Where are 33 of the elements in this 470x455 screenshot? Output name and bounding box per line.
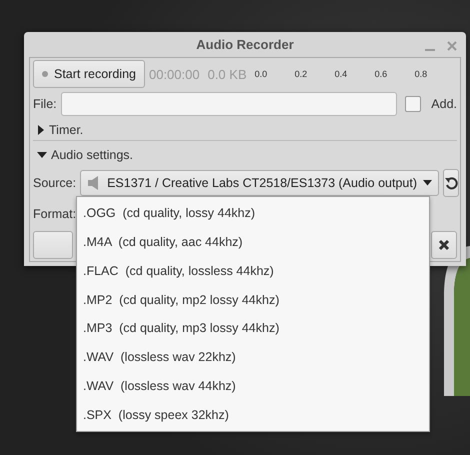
file-label: File: [33,97,57,111]
dialog-button[interactable] [33,231,73,259]
file-size: 0.0 KB [208,66,247,82]
format-option[interactable]: .MP2 (cd quality, mp2 lossy 44khz) [77,285,429,314]
format-option[interactable]: .M4A (cd quality, aac 44khz) [77,228,429,256]
section-header[interactable]: Timer. [49,123,84,137]
close-button[interactable] [431,231,457,259]
file-field[interactable] [60,92,398,116]
source-label: Source: [33,176,76,190]
level-tick-label: 0.4 [334,69,348,79]
level-tick-label: 0.2 [294,69,308,79]
elapsed-time: 00:00:00 [148,66,200,82]
close-icon[interactable] [447,39,457,53]
format-option[interactable]: .FLAC (cd quality, lossless 44khz) [77,256,429,286]
section-header[interactable]: Audio settings. [51,148,133,162]
format-option[interactable]: .WAV (lossless wav 22khz) [77,342,429,372]
refresh-button[interactable] [443,169,460,197]
level-tick-label: 0.6 [374,69,388,79]
format-option[interactable]: .WAV (lossless wav 44khz) [77,372,429,400]
caret-icon [423,180,432,186]
format-option[interactable]: .OGG (cd quality, lossy 44khz) [77,199,429,228]
format-label: Format: [33,207,76,221]
source-dropdown[interactable]: ES1371 / Creative Labs CT2518/ES1373 (Audio output) [80,170,440,196]
start-recording-button[interactable]: Start recording [33,60,145,88]
add-label: Add. [431,97,457,111]
level-tick-label: 0.8 [414,69,428,79]
close-icon [438,239,450,251]
format-option[interactable]: .SPX (lossy speex 32khz) [77,400,429,429]
level-tick-label: 0.0 [254,69,268,79]
format-option[interactable]: .MP3 (cd quality, mp3 lossy 44khz) [77,314,429,343]
refresh-icon [444,176,458,190]
window-title: Audio Recorder [196,37,294,52]
add-checkbox[interactable] [405,96,422,112]
